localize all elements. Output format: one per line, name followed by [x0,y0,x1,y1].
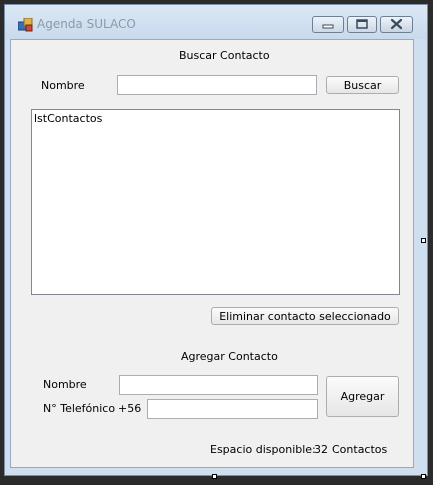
minimize-icon [322,24,334,29]
contacts-listbox[interactable]: lstContactos [31,109,400,295]
listbox-name-text: lstContactos [34,112,103,125]
minimize-button[interactable] [312,16,344,33]
form-client-area: Buscar Contacto Nombre Buscar lstContact… [10,39,414,468]
maximize-button[interactable] [347,16,377,33]
available-space-label: Espacio disponible: [210,443,316,456]
add-name-label: Nombre [43,378,87,391]
search-button[interactable]: Buscar [326,76,399,94]
resize-handle-corner[interactable] [421,474,426,479]
add-name-input[interactable] [119,375,318,395]
search-name-input[interactable] [117,75,317,95]
phone-prefix: +56 [118,402,142,415]
form-window: Agenda SULACO Buscar Contacto Nombre Bus… [4,4,428,476]
search-heading: Buscar Contacto [179,49,270,62]
available-count: 32 [314,443,328,456]
add-heading: Agregar Contacto [181,350,278,363]
maximize-icon [356,19,368,29]
delete-contact-button[interactable]: Eliminar contacto seleccionado [211,307,399,325]
resize-handle-bottom[interactable] [212,474,217,479]
add-phone-label: N° Telefónico [43,402,116,415]
title-bar[interactable]: Agenda SULACO [5,5,427,39]
resize-handle-right[interactable] [421,238,426,243]
available-unit: Contactos [332,443,388,456]
search-name-label: Nombre [41,79,85,92]
add-phone-input[interactable] [147,399,318,419]
window-title: Agenda SULACO [37,17,136,31]
add-contact-button[interactable]: Agregar [326,376,399,417]
close-icon [390,18,403,30]
close-button[interactable] [380,16,413,33]
app-form-icon [18,18,33,32]
